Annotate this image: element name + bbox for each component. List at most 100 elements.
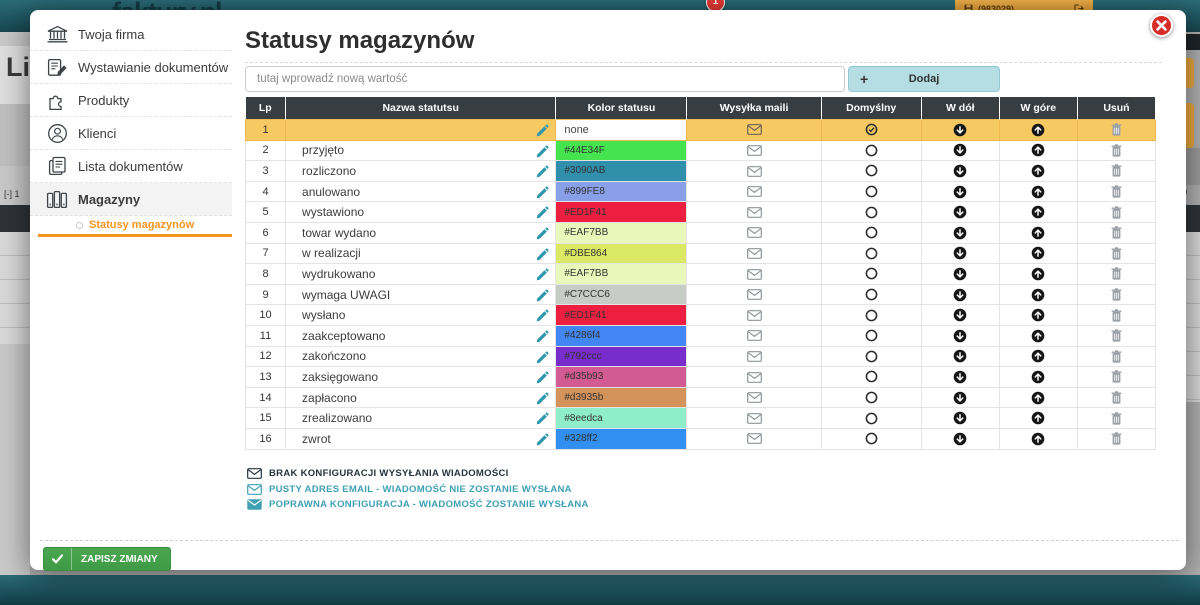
circle-down-icon[interactable] (953, 267, 967, 281)
pencil-icon[interactable] (536, 227, 549, 240)
envelope-outline-icon[interactable] (747, 248, 762, 259)
circle-up-icon[interactable] (1031, 391, 1045, 405)
radio-unchecked-icon[interactable] (865, 432, 878, 445)
pencil-icon[interactable] (536, 351, 549, 364)
new-status-input[interactable] (245, 66, 845, 92)
envelope-outline-icon[interactable] (747, 269, 762, 280)
trash-icon[interactable] (1111, 288, 1122, 301)
trash-icon[interactable] (1111, 123, 1122, 136)
trash-icon[interactable] (1111, 144, 1122, 157)
status-color-cell[interactable]: #792ccc (556, 346, 687, 367)
trash-icon[interactable] (1111, 226, 1122, 239)
status-color-cell[interactable]: #ED1F41 (556, 202, 687, 223)
envelope-outline-icon[interactable] (747, 227, 762, 238)
circle-down-icon[interactable] (953, 329, 967, 343)
pencil-icon[interactable] (536, 412, 549, 425)
sidebar-item-lista-dokument-w[interactable]: Lista dokumentów (30, 150, 232, 183)
status-color-cell[interactable]: #4286f4 (556, 325, 687, 346)
circle-up-icon[interactable] (1031, 308, 1045, 322)
circle-down-icon[interactable] (953, 246, 967, 260)
circle-down-icon[interactable] (953, 288, 967, 302)
circle-down-icon[interactable] (953, 185, 967, 199)
status-color-cell[interactable]: #DBE864 (556, 243, 687, 264)
pencil-icon[interactable] (536, 145, 549, 158)
radio-unchecked-icon[interactable] (865, 350, 878, 363)
pencil-icon[interactable] (536, 206, 549, 219)
status-color-cell[interactable]: #EAF7BB (556, 222, 687, 243)
status-color-cell[interactable]: #ED1F41 (556, 305, 687, 326)
status-color-cell[interactable]: #d35b93 (556, 367, 687, 388)
radio-unchecked-icon[interactable] (865, 267, 878, 280)
trash-icon[interactable] (1111, 164, 1122, 177)
status-color-cell[interactable]: #3090AB (556, 161, 687, 182)
envelope-outline-icon[interactable] (747, 372, 762, 383)
sidebar-item-wystawianie-dokument-w[interactable]: Wystawianie dokumentów (30, 51, 232, 84)
radio-unchecked-icon[interactable] (865, 164, 878, 177)
envelope-outline-icon[interactable] (747, 166, 762, 177)
trash-icon[interactable] (1111, 329, 1122, 342)
circle-up-icon[interactable] (1031, 205, 1045, 219)
circle-down-icon[interactable] (953, 143, 967, 157)
circle-up-icon[interactable] (1031, 411, 1045, 425)
circle-up-icon[interactable] (1031, 143, 1045, 157)
status-color-cell[interactable]: #899FE8 (556, 181, 687, 202)
circle-down-icon[interactable] (953, 164, 967, 178)
trash-icon[interactable] (1111, 391, 1122, 404)
pencil-icon[interactable] (536, 124, 549, 137)
radio-unchecked-icon[interactable] (865, 185, 878, 198)
circle-up-icon[interactable] (1031, 288, 1045, 302)
circle-up-icon[interactable] (1031, 267, 1045, 281)
status-color-cell[interactable]: #EAF7BB (556, 264, 687, 285)
pencil-icon[interactable] (536, 433, 549, 446)
circle-down-icon[interactable] (953, 308, 967, 322)
radio-unchecked-icon[interactable] (865, 391, 878, 404)
pencil-icon[interactable] (536, 330, 549, 343)
trash-icon[interactable] (1111, 206, 1122, 219)
pencil-icon[interactable] (536, 165, 549, 178)
sidebar-item-statusy-magazynow[interactable]: Statusy magazynów (38, 216, 232, 237)
status-color-cell[interactable]: #C7CCC6 (556, 284, 687, 305)
sidebar-item-klienci[interactable]: Klienci (30, 117, 232, 150)
status-color-cell[interactable]: #8eedca (556, 408, 687, 429)
envelope-outline-icon[interactable] (747, 310, 762, 321)
pencil-icon[interactable] (536, 248, 549, 261)
sidebar-item-twoja-firma[interactable]: Twoja firma (30, 18, 232, 51)
pencil-icon[interactable] (536, 289, 549, 302)
trash-icon[interactable] (1111, 370, 1122, 383)
radio-checked-icon[interactable] (865, 123, 878, 136)
circle-up-icon[interactable] (1031, 370, 1045, 384)
trash-icon[interactable] (1111, 412, 1122, 425)
sidebar-item-magazyny[interactable]: Magazyny (30, 183, 232, 216)
envelope-outline-icon[interactable] (747, 351, 762, 362)
envelope-outline-icon[interactable] (747, 186, 762, 197)
radio-unchecked-icon[interactable] (865, 329, 878, 342)
circle-up-icon[interactable] (1031, 329, 1045, 343)
status-color-cell[interactable]: #328ff2 (556, 428, 687, 449)
save-changes-button[interactable]: ZAPISZ ZMIANY (43, 547, 171, 571)
radio-unchecked-icon[interactable] (865, 309, 878, 322)
circle-down-icon[interactable] (953, 370, 967, 384)
circle-down-icon[interactable] (953, 205, 967, 219)
trash-icon[interactable] (1111, 267, 1122, 280)
circle-down-icon[interactable] (953, 226, 967, 240)
circle-up-icon[interactable] (1031, 432, 1045, 446)
sidebar-item-produkty[interactable]: Produkty (30, 84, 232, 117)
trash-icon[interactable] (1111, 309, 1122, 322)
radio-unchecked-icon[interactable] (865, 412, 878, 425)
circle-up-icon[interactable] (1031, 185, 1045, 199)
circle-down-icon[interactable] (953, 123, 967, 137)
circle-up-icon[interactable] (1031, 226, 1045, 240)
radio-unchecked-icon[interactable] (865, 288, 878, 301)
radio-unchecked-icon[interactable] (865, 247, 878, 260)
envelope-outline-icon[interactable] (747, 124, 762, 135)
circle-up-icon[interactable] (1031, 123, 1045, 137)
status-color-cell[interactable]: none (556, 120, 687, 141)
envelope-outline-icon[interactable] (747, 330, 762, 341)
pencil-icon[interactable] (536, 392, 549, 405)
radio-unchecked-icon[interactable] (865, 226, 878, 239)
trash-icon[interactable] (1111, 350, 1122, 363)
trash-icon[interactable] (1111, 247, 1122, 260)
trash-icon[interactable] (1111, 185, 1122, 198)
circle-down-icon[interactable] (953, 411, 967, 425)
add-button[interactable]: + Dodaj (848, 66, 1000, 92)
